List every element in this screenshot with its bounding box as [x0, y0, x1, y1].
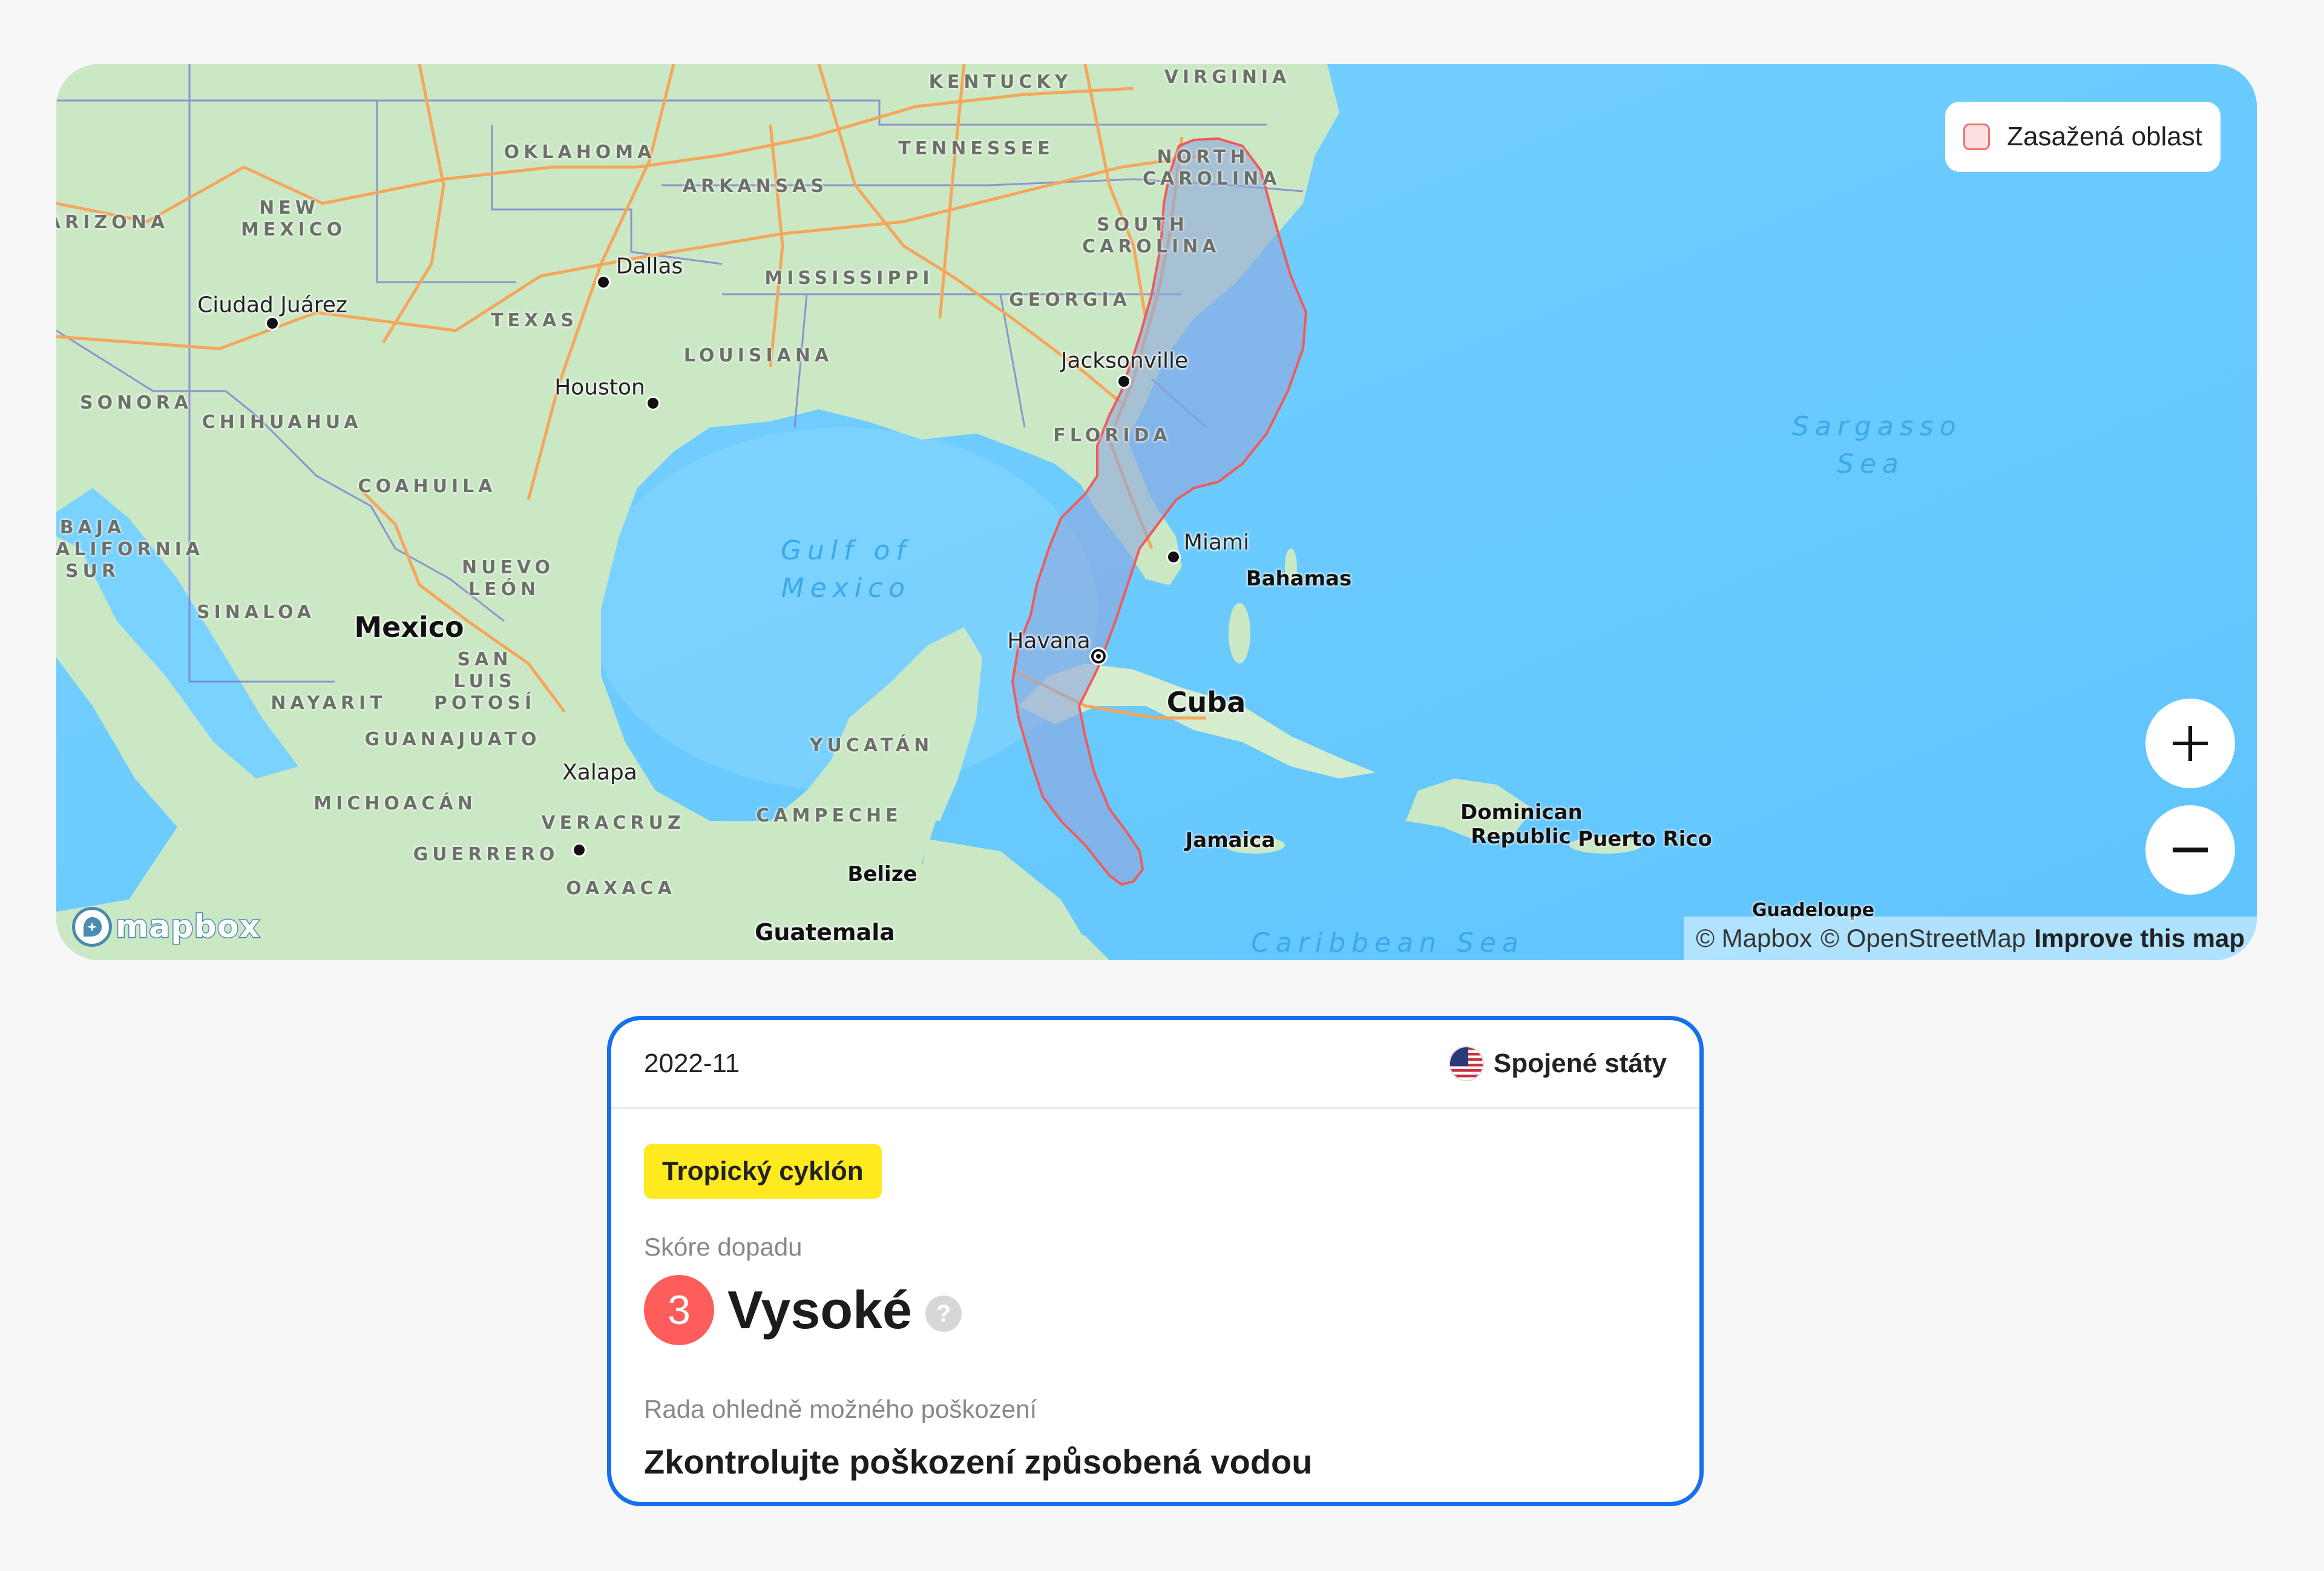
legend-label: Zasažená oblast [2007, 122, 2202, 151]
map-label-country: Bahamas [1246, 567, 1352, 591]
improve-map-link[interactable]: Improve this map [2034, 924, 2245, 953]
plus-icon [2173, 726, 2208, 761]
map-canvas[interactable] [56, 64, 2257, 960]
map-label-state: BAJA CALIFORNIA SUR [56, 517, 200, 582]
map-label-state: NORTH CAROLINA [1143, 147, 1281, 189]
card-header: 2022-11 Spojené státy [611, 1020, 1699, 1109]
map-label-state: OAXACA [566, 878, 676, 899]
map-label-state: FLORIDA [1053, 425, 1172, 446]
mapbox-logo-text: mapbox [115, 908, 261, 946]
map-label-country: Cuba [1166, 686, 1246, 719]
map-label-state: GUANAJUATO [364, 729, 541, 750]
impact-score-row: 3 Vysoké ? [644, 1275, 1667, 1345]
event-type-badge: Tropický cyklón [644, 1144, 882, 1199]
city-marker [572, 843, 586, 857]
mapbox-logo-icon [72, 907, 112, 947]
country-tag: Spojené státy [1448, 1046, 1667, 1081]
map-label-state: LOUISIANA [683, 345, 833, 366]
event-card[interactable]: 2022-11 Spojené státy Tropický cyklón Sk… [607, 1016, 1704, 1506]
map-label-state: OKLAHOMA [504, 142, 656, 163]
map-label-sea: Caribbean Sea [1251, 927, 1525, 958]
map-label-city: Houston [554, 375, 645, 400]
city-marker [646, 396, 660, 410]
map-label-state: GUERRERO [413, 844, 559, 865]
map-legend: Zasažená oblast [1945, 102, 2221, 172]
map-label-sea: Sargasso Sea [1792, 411, 1962, 479]
map-label-country: Mexico [354, 611, 464, 644]
impact-score-label: Skóre dopadu [644, 1233, 803, 1261]
country-name: Spojené státy [1493, 1048, 1667, 1078]
map-label-state: NEW MEXICO [241, 197, 347, 240]
map-label-state: MICHOACÁN [313, 793, 477, 814]
land-bahamas [1229, 603, 1250, 664]
map-label-country: Puerto Rico [1578, 827, 1712, 851]
advice-text: Zkontrolujte poškození způsobená vodou [644, 1443, 1313, 1481]
map-label-state: NAYARIT [271, 693, 387, 714]
minus-icon [2173, 848, 2208, 852]
map-label-city: Miami [1183, 530, 1250, 555]
map-label-state: NUEVO LEÓN [462, 557, 555, 600]
affected-area-swatch [1963, 124, 1991, 150]
map-attribution: © Mapbox © OpenStreetMap Improve this ma… [1684, 917, 2257, 960]
impact-level-text: Vysoké [727, 1280, 912, 1340]
city-marker [1117, 374, 1131, 389]
city-marker [1166, 550, 1181, 564]
map-label-state: SAN LUIS POTOSÍ [433, 649, 536, 714]
us-flag-icon [1448, 1046, 1484, 1081]
advice-label: Rada ohledně možného poškození [644, 1395, 1037, 1423]
city-marker [265, 316, 280, 331]
zoom-out-button[interactable] [2145, 805, 2235, 895]
map-label-state: ARIZONA [56, 212, 169, 233]
map-label-city: Xalapa [562, 760, 637, 785]
map-label-state: SONORA [79, 392, 193, 413]
impact-score-badge: 3 [644, 1275, 714, 1345]
map-label-country: Dominican Republic [1460, 800, 1583, 849]
map-label-city: Jacksonville [1060, 348, 1189, 374]
map-label-state: ARKANSAS [682, 176, 829, 197]
map-label-state: SINALOA [196, 602, 316, 623]
city-marker [596, 275, 611, 289]
mapbox-logo[interactable]: mapbox [72, 907, 260, 947]
map-view[interactable]: KENTUCKY VIRGINIA OKLAHOMA TENNESSEE NOR… [56, 64, 2257, 960]
map-label-city: Havana [1007, 628, 1091, 654]
map-label-state: CHIHUAHUA [202, 412, 363, 433]
map-label-city: Dallas [615, 254, 683, 279]
attribution-mapbox-link[interactable]: © Mapbox [1696, 924, 1812, 953]
map-label-city: Ciudad Juárez [197, 292, 347, 318]
event-date: 2022-11 [644, 1048, 740, 1078]
map-label-state: GEORGIA [1009, 289, 1131, 311]
map-label-state: VIRGINIA [1164, 67, 1291, 88]
map-label-state: TENNESSEE [898, 138, 1054, 159]
map-label-state: COAHUILA [358, 476, 497, 497]
capital-marker [1091, 649, 1106, 664]
map-label-country: Jamaica [1185, 828, 1276, 852]
map-label-state: CAMPECHE [756, 805, 902, 826]
map-label-state: SOUTH CAROLINA [1082, 214, 1221, 257]
attribution-osm-link[interactable]: © OpenStreetMap [1820, 924, 2026, 953]
map-label-state: VERACRUZ [541, 812, 685, 834]
map-label-country: Guatemala [755, 919, 895, 946]
help-icon[interactable]: ? [925, 1296, 962, 1332]
map-label-sea: Gulf of Mexico [780, 535, 912, 604]
card-body: Tropický cyklón Skóre dopadu 3 Vysoké ? … [611, 1109, 1699, 1481]
map-label-country: Belize [847, 862, 917, 886]
map-label-state: TEXAS [491, 310, 578, 331]
map-label-state: KENTUCKY [928, 71, 1072, 93]
map-label-state: MISSISSIPPI [764, 268, 934, 289]
map-label-state: YUCATÁN [809, 735, 934, 756]
zoom-in-button[interactable] [2145, 699, 2235, 788]
